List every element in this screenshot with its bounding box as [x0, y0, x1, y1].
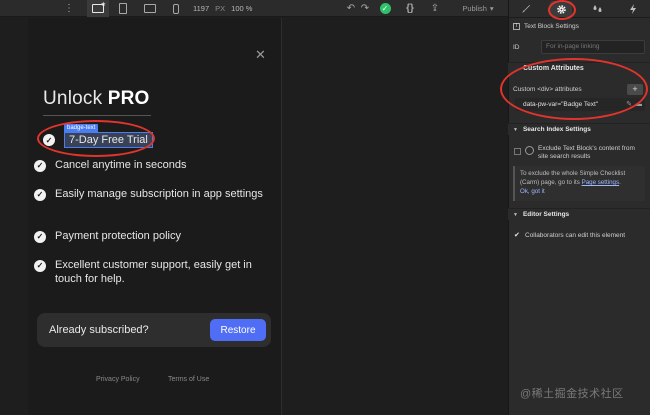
lightning-icon[interactable]	[615, 0, 650, 18]
search-info-box: To exclude the whole Simple Checklist (C…	[513, 166, 645, 201]
title-prefix: Unlock	[43, 88, 103, 109]
attribute-value: data-pw-var="Badge Text"	[523, 101, 599, 108]
check-circle-icon: ✓	[43, 134, 55, 146]
feature-text[interactable]: Excellent customer support, easily get i…	[55, 259, 281, 286]
modal-title: Unlock PRO	[43, 88, 150, 110]
editor-settings-heading[interactable]: ▼ Editor Settings	[508, 208, 650, 220]
close-icon[interactable]: ✕	[255, 48, 266, 61]
already-subscribed-bar: Already subscribed? Restore	[37, 313, 271, 347]
watermark: @稀土掘金技术社区	[520, 388, 624, 400]
collaborators-text: Collaborators can edit this element	[525, 232, 626, 239]
already-subscribed-label: Already subscribed?	[49, 324, 149, 336]
privacy-policy-link[interactable]: Privacy Policy	[96, 376, 140, 383]
feature-item: ✓ Payment protection policy	[34, 230, 281, 244]
id-input[interactable]: For in-page linking	[541, 40, 645, 54]
feature-item: ✓ 7-Day Free Trial	[43, 132, 153, 148]
custom-attributes-heading[interactable]: Custom Attributes	[508, 62, 650, 74]
desktop-breakpoint-icon[interactable]: ★	[87, 0, 109, 17]
add-attribute-button[interactable]: +	[627, 84, 643, 95]
unlock-pro-modal	[28, 18, 281, 415]
brush-icon[interactable]	[508, 0, 543, 18]
status-check-icon[interactable]: ✓	[378, 0, 392, 17]
exclude-search-text: Exclude Text Block's content from site s…	[538, 145, 635, 160]
collaborators-checkbox[interactable]: ✔	[514, 232, 521, 239]
settings-title-row: T Text Block Settings	[513, 23, 579, 30]
custom-attribute-row[interactable]: data-pw-var="Badge Text" ✎ ▬	[515, 98, 645, 111]
top-toolbar: ⋮ ★ 1197 PX 100 % ↶ ↷ ✓ {} ⇪ Publish ▾	[0, 0, 508, 17]
terms-of-use-link[interactable]: Terms of Use	[168, 376, 209, 383]
feature-item: ✓ Easily manage subscription in app sett…	[34, 188, 281, 202]
feature-text[interactable]: Easily manage subscription in app settin…	[55, 188, 281, 202]
chevron-down-icon: ▼	[513, 211, 518, 218]
page-settings-link[interactable]: Page settings	[582, 179, 620, 186]
canvas-width-unit: PX	[215, 4, 226, 13]
title-bold: PRO	[107, 88, 150, 109]
restore-button[interactable]: Restore	[210, 319, 266, 341]
id-label: ID	[513, 44, 520, 51]
check-circle-icon: ✓	[34, 160, 46, 172]
undo-icon[interactable]: ↶	[344, 0, 358, 17]
canvas-guide-right	[281, 18, 282, 415]
chevron-down-icon: ▾	[489, 4, 494, 13]
landscape-breakpoint-icon[interactable]	[139, 0, 161, 17]
settings-title: Text Block Settings	[524, 23, 579, 30]
tablet-breakpoint-icon[interactable]	[112, 0, 134, 17]
redo-icon[interactable]: ↷	[358, 0, 372, 17]
check-circle-icon: ✓	[34, 231, 46, 243]
custom-attr-label: Custom <div> attributes	[513, 86, 582, 93]
ok-got-it-link[interactable]: Ok, got it	[520, 188, 545, 195]
publish-label: Publish	[462, 4, 487, 13]
code-icon[interactable]: {}	[402, 0, 418, 17]
drops-icon[interactable]	[580, 0, 615, 18]
feature-text[interactable]: Payment protection policy	[55, 230, 281, 244]
check-circle-icon: ✓	[34, 189, 46, 201]
delete-icon[interactable]: ▬	[635, 98, 642, 111]
export-icon[interactable]: ⇪	[428, 0, 442, 17]
check-circle-icon: ✓	[34, 260, 46, 272]
search-icon	[525, 146, 534, 155]
feature-item: ✓ Excellent customer support, easily get…	[34, 259, 281, 286]
badge-text-selected[interactable]: 7-Day Free Trial	[64, 132, 153, 148]
exclude-search-checkbox[interactable]	[514, 148, 521, 155]
feature-text[interactable]: Cancel anytime in seconds	[55, 159, 281, 173]
canvas-size-readout: 1197 PX 100 %	[193, 0, 253, 17]
feature-item: ✓ Cancel anytime in seconds	[34, 159, 281, 173]
text-block-icon: T	[513, 23, 520, 30]
mobile-breakpoint-icon[interactable]	[165, 0, 187, 17]
publish-button[interactable]: Publish ▾	[452, 0, 504, 17]
chevron-down-icon: ▼	[513, 126, 518, 133]
search-index-heading[interactable]: ▼ Search Index Settings	[508, 123, 650, 135]
canvas-width: 1197	[193, 4, 210, 13]
more-menu-icon[interactable]: ⋮	[64, 0, 74, 17]
app-root: ⋮ ★ 1197 PX 100 % ↶ ↷ ✓ {} ⇪ Publish ▾ ✕…	[0, 0, 650, 415]
gear-icon[interactable]	[544, 0, 579, 18]
edit-icon[interactable]: ✎	[626, 98, 632, 111]
zoom-level: 100 %	[231, 4, 253, 13]
title-divider	[43, 115, 151, 116]
